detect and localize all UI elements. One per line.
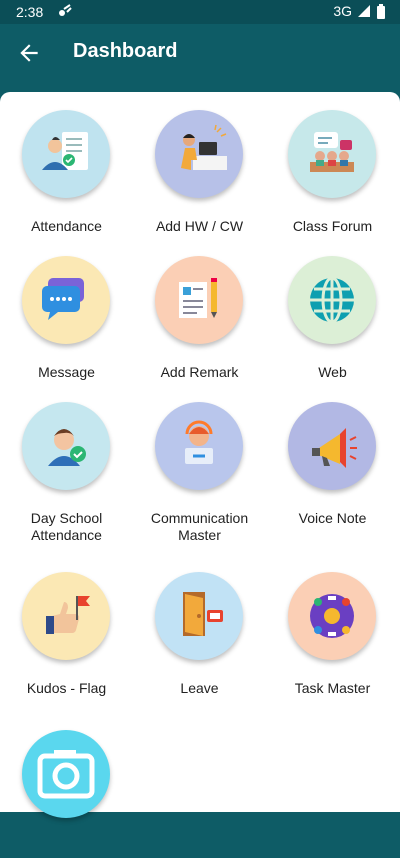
dashboard-tile-communication-master[interactable]: Communication Master [133, 384, 266, 543]
dashboard-tile-attendance[interactable]: Attendance [0, 92, 133, 238]
status-time: 2:38 [16, 4, 44, 20]
globe-icon [288, 256, 376, 344]
megaphone-icon [288, 402, 376, 490]
tile-label: Leave [180, 680, 219, 696]
tile-label: Add HW / CW [155, 218, 244, 234]
dashboard-tile-camera[interactable] [0, 712, 133, 858]
task-master-icon [288, 572, 376, 660]
day-school-attendance-icon [22, 402, 110, 490]
homework-icon [155, 110, 243, 198]
communication-icon [155, 402, 243, 490]
tile-label: Day School Attendance [30, 510, 103, 543]
dashboard-tile-voice-note[interactable]: Voice Note [266, 384, 399, 530]
tile-label: Attendance [31, 218, 102, 234]
dashboard-tile-kudos-flag[interactable]: Kudos - Flag [0, 554, 133, 700]
class-forum-icon [288, 110, 376, 198]
app-bar: Dashboard [0, 24, 400, 82]
dashboard-tile-leave[interactable]: Leave [133, 554, 266, 700]
message-icon [22, 256, 110, 344]
leave-icon [155, 572, 243, 660]
attendance-icon [22, 110, 110, 198]
notification-icon [58, 3, 72, 20]
dashboard-tile-day-school-attendance[interactable]: Day School Attendance [0, 384, 133, 543]
tile-label: Web [318, 364, 347, 380]
dashboard-tile-task-master[interactable]: Task Master [266, 554, 399, 700]
signal-icon [358, 5, 370, 17]
dashboard-tile-message[interactable]: Message [0, 238, 133, 384]
tile-label: Class Forum [292, 218, 373, 234]
dashboard-tile-class-forum[interactable]: Class Forum [266, 92, 399, 238]
network-type: 3G [333, 3, 352, 19]
status-bar: 2:38 3G [0, 0, 400, 24]
kudos-flag-icon [22, 572, 110, 660]
camera-icon [22, 730, 110, 818]
back-arrow-icon[interactable] [16, 40, 42, 66]
dashboard-grid: Attendance Add HW / CW Class Forum Message A… [0, 92, 400, 818]
battery-icon [377, 3, 385, 19]
tile-label: Kudos - Flag [26, 680, 107, 696]
page-title: Dashboard [73, 40, 178, 62]
tile-label: Message [38, 364, 95, 380]
dashboard-tile-web[interactable]: Web [266, 238, 399, 384]
dashboard-tile-add-remark[interactable]: Add Remark [133, 238, 266, 384]
remark-icon [155, 256, 243, 344]
dashboard-tile-add-hw-cw[interactable]: Add HW / CW [133, 92, 266, 238]
tile-label: Communication Master [150, 510, 249, 543]
tile-label: Add Remark [160, 364, 239, 380]
tile-label: Task Master [294, 680, 371, 696]
tile-label: Voice Note [298, 510, 367, 526]
